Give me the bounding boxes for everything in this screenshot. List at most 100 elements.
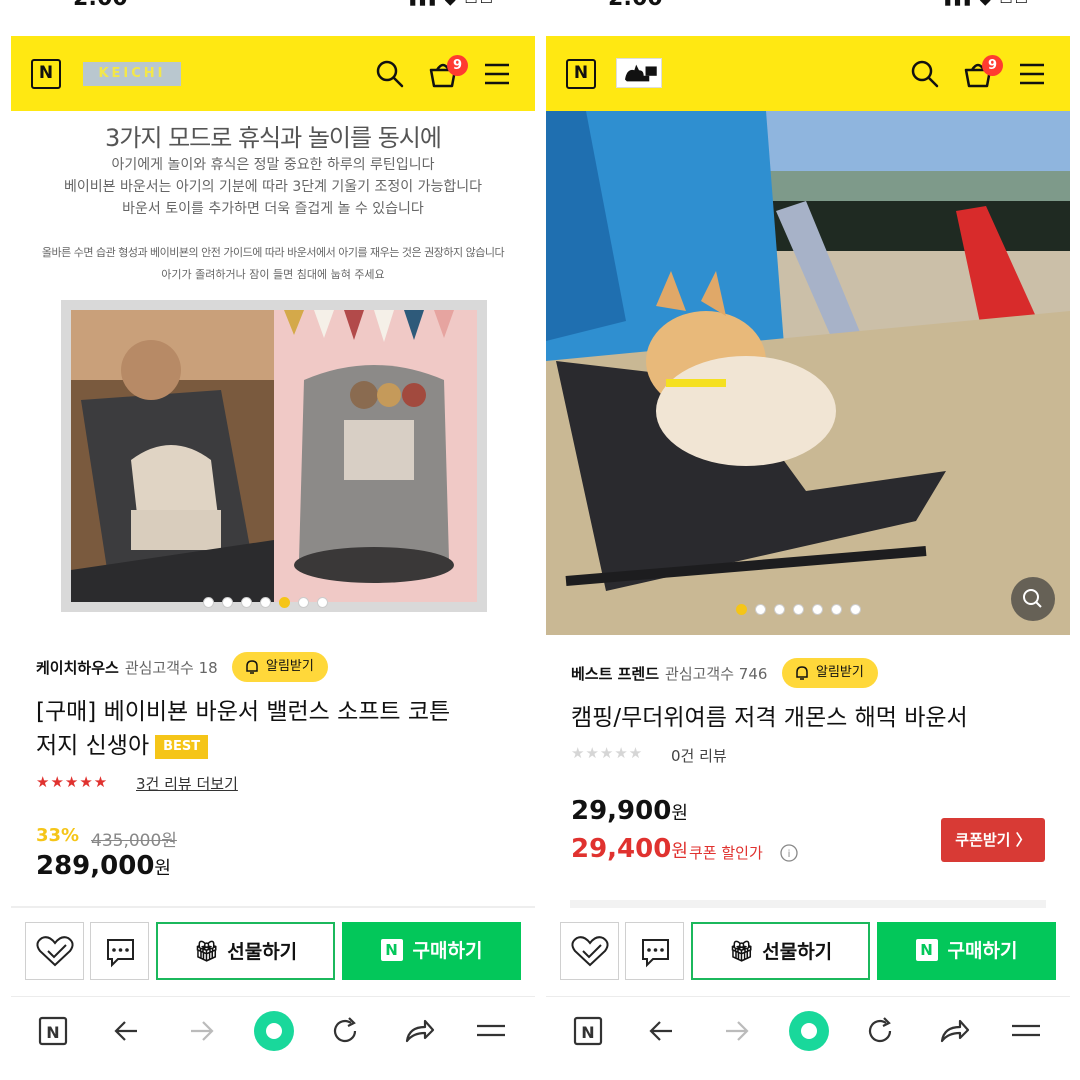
status-time: 2:00 [73, 0, 128, 11]
rating-stars: ★★★★★ [36, 773, 109, 791]
banner-note-1: 올바른 수면 습관 형성과 베이비뵨의 안전 가이드에 따라 바운서에서 아기를… [41, 246, 505, 259]
share-icon[interactable] [401, 1013, 437, 1049]
seller-name[interactable]: 케이치하우스 [36, 659, 119, 677]
gift-button[interactable]: 🎁︎ 선물하기 [156, 922, 335, 980]
seller-name[interactable]: 베스트 프렌드 [571, 665, 659, 683]
share-icon[interactable] [936, 1013, 972, 1049]
carousel-dot[interactable] [831, 604, 842, 615]
store-logo-dog-icon[interactable] [616, 58, 662, 88]
back-arrow-icon[interactable] [644, 1013, 680, 1049]
menu-icon[interactable] [1016, 58, 1048, 90]
naver-logo-icon[interactable]: N [31, 59, 61, 89]
chat-bubble-icon [107, 939, 134, 968]
original-price: 29,900원 [571, 796, 688, 826]
carousel-dots[interactable] [203, 597, 328, 608]
info-icon[interactable]: i [780, 844, 798, 862]
banner-line-3: 바운서 토이를 추가하면 더욱 즐겁게 놀 수 있습니다 [122, 201, 424, 217]
discount-rate: 33% [36, 825, 80, 846]
divider [570, 900, 1046, 908]
carousel-dots[interactable] [736, 604, 861, 615]
cart-count-badge: 9 [447, 55, 468, 76]
heart-check-icon [571, 936, 609, 967]
cart-count-badge: 9 [982, 55, 1003, 76]
naver-home-icon[interactable]: N [35, 1013, 71, 1049]
gift-label: 선물하기 [762, 941, 833, 963]
zoom-icon[interactable] [1011, 577, 1055, 621]
divider [11, 906, 535, 908]
refresh-icon[interactable] [862, 1013, 898, 1049]
carousel-dot[interactable] [774, 604, 785, 615]
notify-label: 알림받기 [816, 665, 864, 680]
notify-button[interactable]: 알림받기 [232, 652, 328, 682]
heart-check-icon [36, 936, 74, 967]
refresh-icon[interactable] [327, 1013, 363, 1049]
banner-line-1: 아기에게 놀이와 휴식은 정말 중요한 하루의 루틴입니다 [111, 157, 435, 173]
chat-bubble-icon [642, 939, 669, 968]
banner-note-2: 아기가 졸려하거나 잠이 들면 침대에 눕혀 주세요 [161, 268, 385, 281]
carousel-dot[interactable] [850, 604, 861, 615]
store-header: N 9 [546, 36, 1070, 111]
carousel-dot[interactable] [222, 597, 233, 608]
action-bar: 🎁︎ 선물하기 N 구매하기 [546, 922, 1070, 980]
status-bar: 2:00 ▮▮▮ ◆ ▭▭ [11, 0, 535, 20]
carousel-dot-active[interactable] [736, 604, 747, 615]
naver-home-icon[interactable]: N [570, 1013, 606, 1049]
carousel-dot[interactable] [793, 604, 804, 615]
bell-plus-icon [796, 666, 808, 680]
more-menu-icon[interactable] [473, 1013, 509, 1049]
naver-pay-icon: N [380, 939, 403, 961]
naver-logo-icon[interactable]: N [566, 59, 596, 89]
coupon-price: 29,400원 [571, 834, 688, 864]
carousel-dot[interactable] [260, 597, 271, 608]
browser-toolbar: N [546, 996, 1070, 1066]
currency-unit: 원 [671, 803, 688, 824]
original-price: 435,000원 [91, 831, 177, 851]
more-menu-icon[interactable] [1008, 1013, 1044, 1049]
coupon-download-button[interactable]: 쿠폰받기 〉 [941, 818, 1045, 862]
right-phone-screen: 2:00 ▮▮▮ ◆ ▭▭ N 9 [546, 0, 1070, 1080]
product-title: [구매] 베이비뵨 바운서 밸런스 소프트 코튼 저지 신생아 BEST [36, 695, 450, 763]
dog-bouncer-photo-image[interactable] [546, 111, 1070, 635]
talk-button[interactable] [625, 922, 684, 980]
status-icons: ▮▮▮ ◆ ▭▭ [408, 0, 495, 8]
back-arrow-icon[interactable] [109, 1013, 145, 1049]
bell-plus-icon [246, 660, 258, 674]
product-image-frame[interactable] [61, 300, 487, 612]
notify-label: 알림받기 [266, 659, 314, 674]
gift-icon: 🎁︎ [728, 939, 755, 963]
green-dot-icon[interactable] [252, 1009, 296, 1053]
carousel-dot[interactable] [317, 597, 328, 608]
forward-arrow-icon[interactable] [718, 1013, 754, 1049]
review-more-link[interactable]: 3건 리뷰 더보기 [136, 773, 238, 794]
wishlist-button[interactable] [560, 922, 619, 980]
carousel-dot[interactable] [812, 604, 823, 615]
follower-count: 관심고객수 18 [124, 659, 218, 677]
product-title-line-2: 저지 신생아 [36, 733, 150, 759]
buy-button[interactable]: N 구매하기 [342, 922, 521, 980]
talk-button[interactable] [90, 922, 149, 980]
gift-label: 선물하기 [227, 941, 298, 963]
status-icons: ▮▮▮ ◆ ▭▭ [943, 0, 1030, 8]
forward-arrow-icon[interactable] [183, 1013, 219, 1049]
baby-photo-image [71, 310, 274, 602]
carousel-dot[interactable] [298, 597, 309, 608]
carousel-dot[interactable] [203, 597, 214, 608]
action-bar: 🎁︎ 선물하기 N 구매하기 [11, 922, 535, 980]
green-dot-icon[interactable] [787, 1009, 831, 1053]
currency-unit: 원 [671, 841, 688, 862]
gift-icon: 🎁︎ [193, 939, 220, 963]
gift-button[interactable]: 🎁︎ 선물하기 [691, 922, 870, 980]
search-icon[interactable] [374, 58, 406, 90]
menu-icon[interactable] [481, 58, 513, 90]
review-count[interactable]: 0건 리뷰 [671, 745, 727, 766]
search-icon[interactable] [909, 58, 941, 90]
store-logo[interactable]: KEICHI [83, 62, 181, 86]
carousel-dot[interactable] [241, 597, 252, 608]
buy-button[interactable]: N 구매하기 [877, 922, 1056, 980]
wishlist-button[interactable] [25, 922, 84, 980]
carousel-dot-active[interactable] [279, 597, 290, 608]
carousel-dot[interactable] [755, 604, 766, 615]
notify-button[interactable]: 알림받기 [782, 658, 878, 688]
banner-title: 3가지 모드로 휴식과 놀이를 동시에 [105, 124, 442, 152]
original-price-value: 29,900 [571, 796, 672, 826]
